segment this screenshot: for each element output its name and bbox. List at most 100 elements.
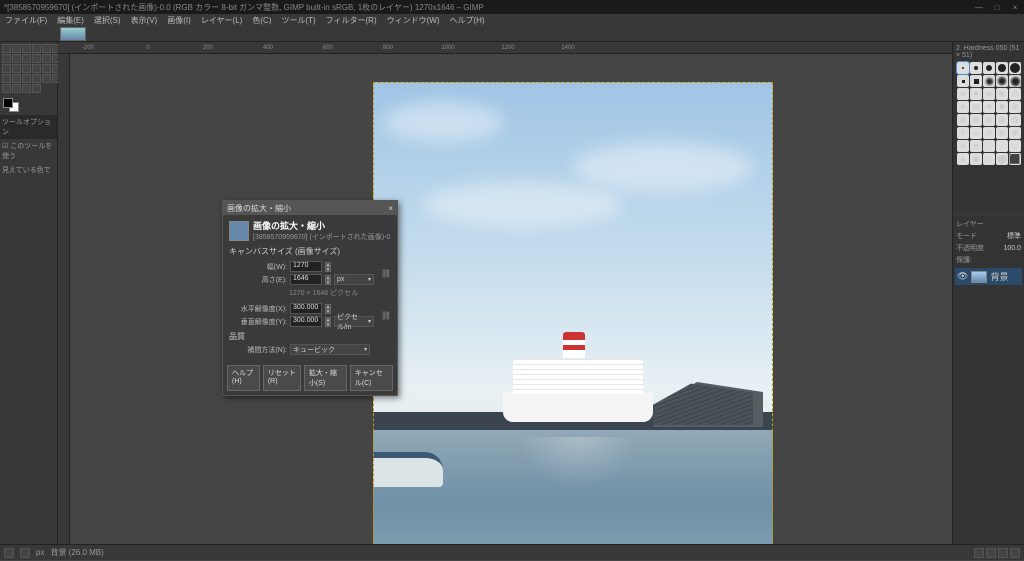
menu-filter[interactable]: フィルター(R)	[323, 15, 380, 26]
reset-button[interactable]: リセット(R)	[263, 365, 301, 391]
brush-item[interactable]: ◎	[983, 153, 995, 165]
help-button[interactable]: ヘルプ(H)	[227, 365, 260, 391]
brush-item[interactable]: ⚘	[957, 127, 969, 139]
tool-pencil-icon[interactable]	[12, 64, 21, 73]
sb-icon[interactable]	[974, 548, 984, 558]
brush-item[interactable]: ◉	[970, 153, 982, 165]
unit-select[interactable]: px	[36, 548, 44, 557]
tool-paintbrush-icon[interactable]	[22, 64, 31, 73]
sb-icon[interactable]	[998, 548, 1008, 558]
tool-dodge-icon[interactable]	[42, 74, 51, 83]
tool-smudge-icon[interactable]	[32, 74, 41, 83]
width-input[interactable]: 1270	[290, 261, 322, 272]
sb-icon[interactable]	[4, 548, 14, 558]
tool-measure-icon[interactable]	[22, 84, 31, 93]
brush-item[interactable]: ✻	[983, 127, 995, 139]
brush-item[interactable]: ⬤	[996, 153, 1008, 165]
xres-spinner[interactable]: ▴▾	[325, 304, 331, 314]
tool-zoom-icon[interactable]	[32, 84, 41, 93]
tool-transform-icon[interactable]	[32, 54, 41, 63]
width-spinner[interactable]: ▴▾	[325, 262, 331, 272]
menu-tools[interactable]: ツール(T)	[278, 15, 318, 26]
menu-select[interactable]: 選択(S)	[91, 15, 124, 26]
sb-icon[interactable]	[20, 548, 30, 558]
brush-item[interactable]: ※	[957, 140, 969, 152]
mode-value[interactable]: 標準	[1007, 231, 1021, 241]
tool-warp-icon[interactable]	[42, 54, 51, 63]
xres-input[interactable]: 300.000	[290, 303, 322, 314]
tool-move-icon[interactable]	[2, 44, 11, 53]
tool-free-select-icon[interactable]	[22, 44, 31, 53]
brush-item[interactable]: ✳	[957, 88, 969, 100]
layer-item[interactable]: 👁 背景	[955, 268, 1022, 285]
canvas[interactable]	[70, 54, 952, 544]
close-button[interactable]: ×	[1010, 3, 1020, 12]
tool-rect-select-icon[interactable]	[12, 44, 21, 53]
res-unit-select[interactable]: ピクセル/in	[334, 316, 374, 327]
brush-item[interactable]: ○	[1009, 140, 1021, 152]
chain-link-icon[interactable]: ⛓	[381, 259, 391, 287]
brush-item[interactable]: ❁	[996, 114, 1008, 126]
brush-item[interactable]: ✦	[970, 88, 982, 100]
menu-file[interactable]: ファイル(F)	[2, 15, 50, 26]
interp-select[interactable]: キュービック	[290, 344, 370, 355]
document-tab[interactable]	[60, 27, 86, 41]
brush-item[interactable]	[970, 75, 982, 87]
tool-scale-icon[interactable]	[2, 54, 11, 63]
height-spinner[interactable]: ▴▾	[325, 275, 331, 285]
tool-blur-icon[interactable]	[22, 74, 31, 83]
menu-color[interactable]: 色(C)	[249, 15, 274, 26]
brush-item[interactable]	[970, 62, 982, 74]
tool-perspective-icon[interactable]	[22, 54, 31, 63]
cancel-button[interactable]: キャンセル(C)	[350, 365, 393, 391]
brush-item[interactable]: ✽	[957, 114, 969, 126]
height-input[interactable]: 1646	[290, 274, 322, 285]
brush-item[interactable]: ⁕	[970, 140, 982, 152]
tool-flip-icon[interactable]	[12, 54, 21, 63]
chain-link-icon[interactable]: ⛓	[381, 301, 391, 329]
brush-item[interactable]: ❊	[1009, 88, 1021, 100]
maximize-button[interactable]: □	[992, 3, 1002, 12]
brush-item[interactable]: ✿	[1009, 114, 1021, 126]
tool-clone-icon[interactable]	[2, 74, 11, 83]
brush-item[interactable]: ⬛	[1009, 153, 1021, 165]
tool-option-row[interactable]: 見えている色で	[0, 163, 57, 177]
brush-item[interactable]: ●	[957, 153, 969, 165]
brush-item[interactable]	[957, 62, 969, 74]
tool-fuzzy-select-icon[interactable]	[32, 44, 41, 53]
color-swatches[interactable]	[0, 95, 57, 115]
minimize-button[interactable]: —	[974, 3, 984, 12]
brush-item[interactable]: ⚹	[970, 127, 982, 139]
size-unit-select[interactable]: px	[334, 274, 374, 285]
brush-item[interactable]: ✾	[970, 114, 982, 126]
tool-eraser-icon[interactable]	[32, 64, 41, 73]
menu-window[interactable]: ウィンドウ(W)	[384, 15, 443, 26]
menu-view[interactable]: 表示(V)	[128, 15, 161, 26]
brush-item[interactable]: ✺	[996, 88, 1008, 100]
brush-item[interactable]	[996, 75, 1008, 87]
menu-help[interactable]: ヘルプ(H)	[447, 15, 488, 26]
tool-text-icon[interactable]	[2, 84, 11, 93]
brush-item[interactable]	[1009, 62, 1021, 74]
sb-icon[interactable]	[986, 548, 996, 558]
tool-option-row[interactable]: ☑ このツールを使う	[0, 139, 57, 163]
dialog-close-icon[interactable]: ×	[388, 204, 393, 213]
brush-item[interactable]: ⚆	[983, 140, 995, 152]
tab-layers[interactable]: レイヤー	[956, 219, 984, 229]
brush-item[interactable]: ◦	[996, 140, 1008, 152]
opacity-value[interactable]: 100.0	[1003, 245, 1021, 252]
foreground-color[interactable]	[3, 98, 13, 108]
dialog-titlebar[interactable]: 画像の拡大・縮小 ×	[223, 201, 397, 215]
tool-crop-icon[interactable]	[42, 44, 51, 53]
brush-item[interactable]: ❉	[1009, 101, 1021, 113]
brush-item[interactable]: ❇	[1009, 127, 1021, 139]
brush-item[interactable]: ❋	[983, 88, 995, 100]
brush-item[interactable]	[996, 62, 1008, 74]
yres-input[interactable]: 300.000	[290, 316, 322, 327]
brush-item[interactable]	[1009, 75, 1021, 87]
brush-item[interactable]	[983, 75, 995, 87]
tool-gradient-icon[interactable]	[2, 64, 11, 73]
brush-item[interactable]	[983, 62, 995, 74]
menu-layer[interactable]: レイヤー(L)	[198, 15, 246, 26]
brush-item[interactable]: ✷	[983, 101, 995, 113]
